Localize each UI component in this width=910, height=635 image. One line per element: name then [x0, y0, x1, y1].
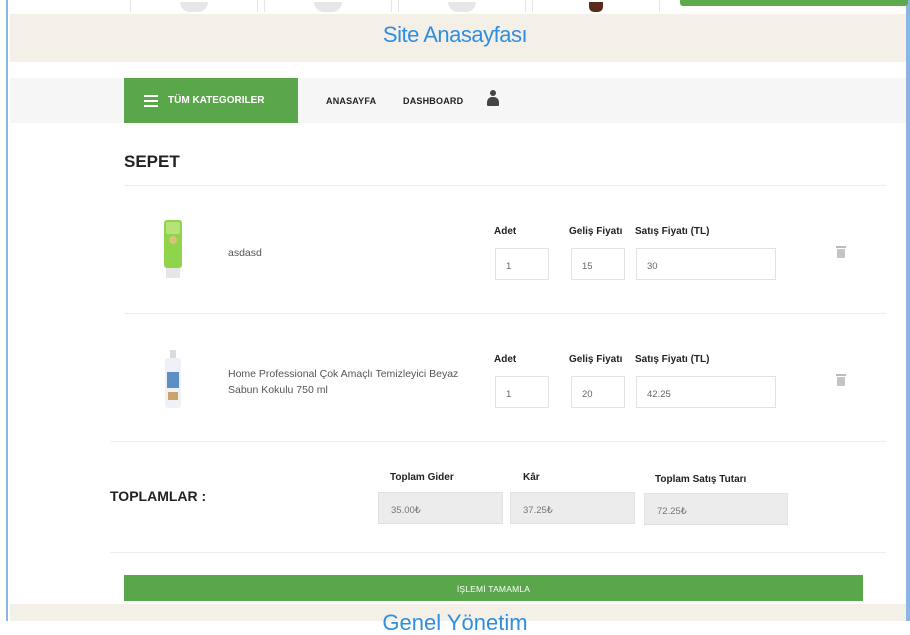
product-image [448, 2, 476, 12]
quantity-input[interactable]: 1 [495, 376, 549, 408]
total-expense-label: Toplam Gider [390, 472, 454, 483]
total-expense-value: 35.00₺ [378, 492, 503, 524]
quantity-input[interactable]: 1 [495, 248, 549, 280]
product-thumbnail[interactable] [532, 0, 660, 12]
trash-icon[interactable] [836, 246, 846, 258]
sale-price-input[interactable]: 42.25 [636, 376, 776, 408]
profit-value: 37.25₺ [510, 492, 635, 524]
total-sales-value: 72.25₺ [644, 493, 788, 525]
product-image [314, 2, 342, 12]
window-left-border [0, 0, 8, 621]
product-name: Home Professional Çok Amaçlı Temizleyici… [228, 368, 459, 396]
top-add-button[interactable] [680, 0, 908, 6]
profit-label: Kâr [523, 472, 540, 483]
cost-price-label: Geliş Fiyatı [569, 354, 623, 365]
all-categories-label: TÜM KATEGORILER [168, 95, 265, 106]
cost-price-label: Geliş Fiyatı [569, 226, 623, 237]
sale-price-label: Satış Fiyatı (TL) [635, 226, 710, 237]
product-thumbnail[interactable] [264, 0, 392, 12]
complete-transaction-button[interactable]: İŞLEMİ TAMAMLA [124, 575, 863, 601]
product-thumbnail[interactable] [130, 0, 258, 12]
user-icon[interactable] [487, 90, 499, 108]
all-categories-button[interactable]: TÜM KATEGORILER [124, 78, 298, 123]
product-thumbnail[interactable] [398, 0, 526, 12]
nav-dashboard-link[interactable]: DASHBOARD [403, 96, 463, 106]
product-name: asdasd [228, 247, 262, 259]
total-sales-label: Toplam Satış Tutarı [655, 474, 747, 485]
product-image [180, 2, 208, 12]
quantity-label: Adet [494, 226, 517, 237]
cost-price-input[interactable]: 20 [571, 376, 625, 408]
totals-title: TOPLAMLAR : [110, 488, 207, 504]
product-image [162, 350, 184, 412]
product-image [589, 2, 603, 12]
admin-link[interactable]: Genel Yönetim [0, 612, 910, 634]
hamburger-icon [144, 92, 158, 110]
quantity-label: Adet [494, 354, 517, 365]
trash-icon[interactable] [836, 374, 846, 386]
window-right-border [906, 0, 910, 621]
cost-price-input[interactable]: 15 [571, 248, 625, 280]
site-home-link[interactable]: Site Anasayfası [0, 22, 910, 48]
sale-price-input[interactable]: 30 [636, 248, 776, 280]
sale-price-label: Satış Fiyatı (TL) [635, 354, 710, 365]
nav-home-link[interactable]: ANASAYFA [326, 96, 376, 106]
page-title: SEPET [124, 152, 180, 171]
product-image [162, 218, 184, 284]
